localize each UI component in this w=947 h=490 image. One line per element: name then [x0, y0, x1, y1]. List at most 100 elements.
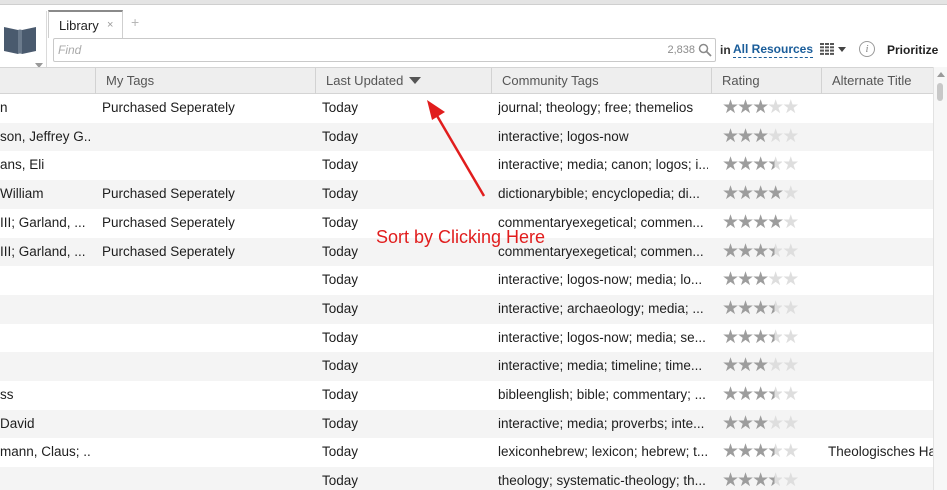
star-icon[interactable]: ★	[722, 470, 739, 490]
star-icon[interactable]: ★	[767, 241, 784, 262]
star-icon[interactable]: ★	[737, 413, 754, 434]
rating-stars[interactable]: ★★★★★	[722, 438, 812, 466]
star-icon[interactable]: ★	[782, 269, 799, 290]
rating-stars[interactable]: ★★★★★	[722, 151, 812, 179]
column-header-last-updated[interactable]: Last Updated	[316, 68, 492, 94]
star-icon[interactable]: ★	[752, 470, 769, 490]
rating-stars[interactable]: ★★★★★	[722, 467, 812, 490]
star-icon[interactable]: ★	[782, 97, 799, 118]
table-row[interactable]: Today interactive; logos-now; media; se..…	[0, 324, 933, 353]
star-icon[interactable]: ★	[752, 298, 769, 319]
star-icon[interactable]: ★	[782, 413, 799, 434]
column-header-rating[interactable]: Rating	[712, 68, 822, 94]
rating-stars[interactable]: ★★★★★	[722, 381, 812, 409]
star-icon[interactable]: ★	[737, 441, 754, 462]
star-icon[interactable]: ★	[722, 241, 739, 262]
magnifier-icon[interactable]	[698, 43, 712, 57]
star-icon[interactable]: ★	[782, 241, 799, 262]
star-icon[interactable]: ★	[722, 298, 739, 319]
star-icon[interactable]: ★	[722, 183, 739, 204]
table-row[interactable]: ss Today bibleenglish; bible; commentary; …	[0, 381, 933, 410]
star-icon[interactable]: ★	[767, 126, 784, 147]
table-row[interactable]: son, Jeffrey G... Today interactive; logos…	[0, 122, 933, 152]
rating-stars[interactable]: ★★★★★	[722, 123, 812, 151]
rating-stars[interactable]: ★★★★★	[722, 324, 812, 352]
star-icon[interactable]: ★	[767, 212, 784, 233]
add-tab-button[interactable]: +	[131, 14, 139, 30]
column-header-alternate-title[interactable]: Alternate Title	[822, 68, 933, 94]
column-header-my-tags[interactable]: My Tags	[96, 68, 316, 94]
star-icon[interactable]: ★	[737, 269, 754, 290]
star-icon[interactable]: ★	[782, 154, 799, 175]
star-icon[interactable]: ★	[737, 97, 754, 118]
star-icon[interactable]: ★	[737, 154, 754, 175]
star-icon[interactable]: ★	[782, 298, 799, 319]
star-icon[interactable]: ★	[782, 327, 799, 348]
rating-stars[interactable]: ★★★★★	[722, 410, 812, 438]
star-icon[interactable]: ★	[722, 126, 739, 147]
table-row[interactable]: mann, Claus; ... Today lexiconhebrew; lexi…	[0, 438, 933, 467]
star-icon[interactable]: ★	[767, 327, 784, 348]
grid-view-icon[interactable]	[820, 43, 834, 55]
star-icon[interactable]: ★	[722, 355, 739, 376]
star-icon[interactable]: ★	[752, 241, 769, 262]
star-icon[interactable]: ★	[722, 212, 739, 233]
star-icon[interactable]: ★	[752, 384, 769, 405]
star-icon[interactable]: ★	[752, 413, 769, 434]
star-icon[interactable]: ★	[782, 384, 799, 405]
open-book-icon[interactable]	[2, 21, 38, 57]
rating-stars[interactable]: ★★★★★	[722, 352, 812, 380]
column-header-author[interactable]	[0, 68, 96, 94]
star-icon[interactable]: ★	[767, 384, 784, 405]
star-icon[interactable]: ★	[767, 97, 784, 118]
rating-stars[interactable]: ★★★★★	[722, 94, 812, 122]
star-icon[interactable]: ★	[752, 441, 769, 462]
table-row[interactable]: Today interactive; archaeology; media; ..…	[0, 294, 933, 324]
star-icon[interactable]: ★	[752, 154, 769, 175]
star-icon[interactable]: ★	[782, 470, 799, 490]
star-icon[interactable]: ★	[722, 441, 739, 462]
scroll-up-icon[interactable]	[937, 72, 945, 77]
star-icon[interactable]: ★	[782, 126, 799, 147]
table-row[interactable]: Today interactive; logos-now; media; lo..…	[0, 266, 933, 295]
star-icon[interactable]: ★	[767, 154, 784, 175]
star-icon[interactable]: ★	[737, 298, 754, 319]
table-row[interactable]: n Purchased Seperately Today journal; theol…	[0, 94, 933, 123]
star-icon[interactable]: ★	[737, 241, 754, 262]
search-input[interactable]	[58, 41, 618, 59]
star-icon[interactable]: ★	[782, 183, 799, 204]
table-row[interactable]: William Purchased Seperately Today dictiona…	[0, 180, 933, 209]
table-row[interactable]: Today theology; systematic-theology; th..…	[0, 467, 933, 490]
tab-library[interactable]: Library ×	[48, 10, 123, 38]
star-icon[interactable]: ★	[737, 384, 754, 405]
rating-stars[interactable]: ★★★★★	[722, 209, 812, 237]
star-icon[interactable]: ★	[767, 269, 784, 290]
star-icon[interactable]: ★	[722, 269, 739, 290]
close-icon[interactable]: ×	[107, 19, 113, 31]
star-icon[interactable]: ★	[782, 355, 799, 376]
info-icon[interactable]: i	[859, 41, 875, 57]
table-row[interactable]: David Today interactive; media; proverbs; …	[0, 409, 933, 439]
star-icon[interactable]: ★	[752, 327, 769, 348]
star-icon[interactable]: ★	[782, 212, 799, 233]
star-icon[interactable]: ★	[767, 355, 784, 376]
rating-stars[interactable]: ★★★★★	[722, 180, 812, 208]
star-icon[interactable]: ★	[752, 355, 769, 376]
star-icon[interactable]: ★	[722, 413, 739, 434]
star-icon[interactable]: ★	[767, 441, 784, 462]
vertical-scrollbar[interactable]	[933, 67, 947, 490]
star-icon[interactable]: ★	[722, 327, 739, 348]
star-icon[interactable]: ★	[737, 470, 754, 490]
star-icon[interactable]: ★	[767, 413, 784, 434]
table-row[interactable]: ans, Eli Today interactive; media; canon; …	[0, 151, 933, 180]
star-icon[interactable]: ★	[737, 212, 754, 233]
star-icon[interactable]: ★	[752, 183, 769, 204]
rating-stars[interactable]: ★★★★★	[722, 266, 812, 294]
star-icon[interactable]: ★	[737, 355, 754, 376]
star-icon[interactable]: ★	[767, 470, 784, 490]
star-icon[interactable]: ★	[767, 298, 784, 319]
rating-stars[interactable]: ★★★★★	[722, 295, 812, 323]
search-field[interactable]: 2,838	[53, 38, 716, 62]
rating-stars[interactable]: ★★★★★	[722, 238, 812, 266]
star-icon[interactable]: ★	[737, 183, 754, 204]
